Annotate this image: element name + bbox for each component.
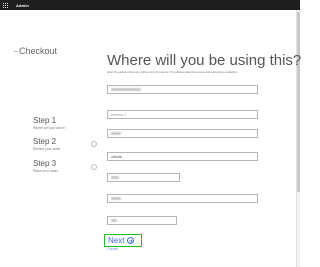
redacted-value xyxy=(111,176,119,179)
page-title: Where will you be using this? xyxy=(107,52,302,69)
step-1: Step 1 Where will you use it? xyxy=(33,116,66,131)
cancel-link[interactable]: Cancel xyxy=(107,247,118,251)
redacted-value xyxy=(111,219,117,222)
redacted-value xyxy=(111,197,121,200)
step-2-title: Step 2 xyxy=(33,137,57,146)
step-3-title: Step 3 xyxy=(33,159,57,168)
step-3: Step 3 Place your order xyxy=(33,159,58,174)
state-value: victoria xyxy=(111,154,122,159)
step-3-description: Place your order xyxy=(33,169,58,173)
step-1-description: Where will you use it? xyxy=(33,126,66,130)
step-2: Step 2 Review your order xyxy=(33,137,61,152)
redacted-value xyxy=(111,88,141,91)
redacted-value xyxy=(111,132,121,135)
phone-field[interactable] xyxy=(107,216,177,225)
state-field[interactable]: victoria xyxy=(107,152,258,161)
step-1-title: Step 1 xyxy=(33,116,57,125)
checkout-divider xyxy=(14,51,18,52)
app-launcher-icon[interactable] xyxy=(0,0,10,10)
checkout-label: Checkout xyxy=(19,46,58,56)
city-field[interactable] xyxy=(107,129,258,138)
address-line-2-placeholder: Address 2 xyxy=(111,112,127,117)
step-2-description: Review your order xyxy=(33,147,61,151)
scrollbar-thumb[interactable] xyxy=(297,12,300,192)
step-2-indicator-icon xyxy=(91,141,97,147)
step-3-indicator-icon xyxy=(91,164,97,170)
arrow-right-circle-icon xyxy=(127,237,135,244)
postal-code-field[interactable] xyxy=(107,173,180,182)
country-field[interactable] xyxy=(107,194,258,203)
next-button-label: Next xyxy=(108,236,125,245)
next-button[interactable]: Next xyxy=(104,234,142,247)
page-scrollbar[interactable] xyxy=(296,10,300,267)
address-line-2-field[interactable]: Address 2 xyxy=(107,110,258,119)
top-bar: Admin xyxy=(0,0,300,10)
page-subtitle: Enter the address where you will be usin… xyxy=(107,71,238,74)
app-title[interactable]: Admin xyxy=(16,3,29,8)
address-line-1-field[interactable] xyxy=(107,85,258,94)
